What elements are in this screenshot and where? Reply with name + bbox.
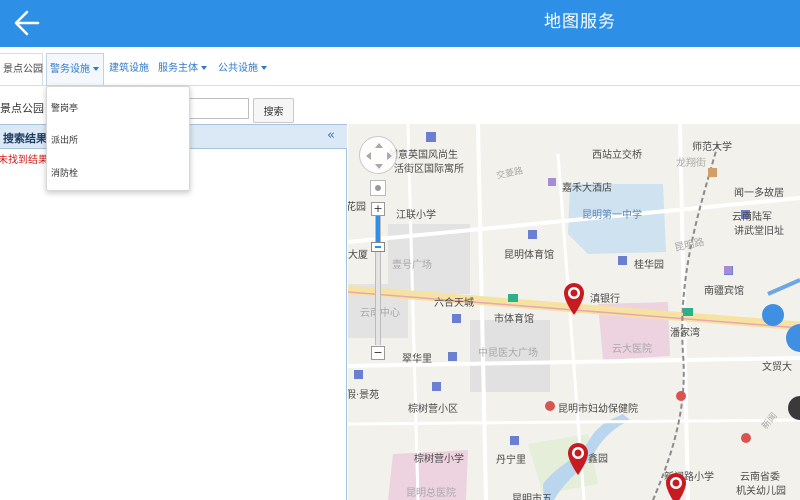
map-label: 嘉禾大酒店 bbox=[562, 183, 612, 194]
caret-down-icon bbox=[261, 66, 267, 70]
poi-building-icon bbox=[618, 256, 627, 265]
map-label: 假·景苑 bbox=[348, 390, 380, 401]
no-results-message: 未找到结果 bbox=[0, 155, 48, 166]
poi-museum-icon bbox=[708, 168, 717, 177]
results-title: 搜索结果 bbox=[3, 132, 47, 145]
map-label: 创意英国风尚生 bbox=[388, 150, 458, 161]
map-label: 昆明体育馆 bbox=[504, 250, 554, 261]
poi-stadium-icon bbox=[528, 230, 537, 239]
map-label: 昆明市妇幼保健院 bbox=[558, 404, 638, 415]
slider-grip-icon bbox=[375, 246, 381, 248]
dropdown-item-police-station[interactable]: 派出所 bbox=[51, 133, 78, 146]
map-label: 云南省委 bbox=[740, 472, 780, 483]
map-label: 昆明总医院 bbox=[406, 488, 456, 499]
locate-button[interactable] bbox=[370, 180, 386, 196]
pan-arrows-icon bbox=[366, 143, 392, 169]
map-label: 滇银行 bbox=[590, 294, 620, 305]
police-facilities-dropdown: 警岗亭 派出所 消防栓 bbox=[46, 86, 190, 191]
poi-hospital-icon bbox=[545, 401, 555, 411]
map-road bbox=[476, 124, 488, 500]
poi-building-icon bbox=[448, 352, 457, 361]
map-label: 潘家湾 bbox=[670, 328, 700, 339]
map-label: 翠华里 bbox=[402, 354, 432, 365]
metro-entrance-icon bbox=[508, 294, 518, 302]
tab-service-subject[interactable]: 服务主体 bbox=[158, 53, 207, 85]
map-service-page: 地图服务 景点公园 警务设施 建筑设施 服务主体 公共设施 景点公园 搜索 搜索… bbox=[0, 0, 800, 500]
tab-scenic-label: 景点公园 bbox=[3, 64, 43, 75]
map-label: 棕树营小学 bbox=[414, 454, 464, 465]
map-label: 师范大学 bbox=[692, 142, 732, 153]
police-location-pin-icon[interactable] bbox=[566, 442, 590, 476]
map-label: 闻一多故居 bbox=[734, 188, 784, 199]
dropdown-item-police-booth[interactable]: 警岗亭 bbox=[51, 101, 78, 114]
collapse-double-chevron-icon[interactable]: « bbox=[327, 128, 341, 144]
search-category-label: 景点公园 bbox=[0, 102, 44, 115]
poi-building-icon bbox=[510, 436, 519, 445]
map-label: 丹宁里 bbox=[496, 455, 526, 466]
metro-entrance-icon bbox=[683, 308, 693, 316]
map-label: 云大医院 bbox=[612, 344, 652, 355]
map-label: 南疆宾馆 bbox=[704, 286, 744, 297]
map-label: 机关幼儿园 bbox=[736, 486, 786, 497]
poi-dark-icon[interactable] bbox=[788, 396, 800, 420]
tab-public-facilities[interactable]: 公共设施 bbox=[218, 53, 267, 85]
poi-building-icon bbox=[432, 382, 441, 391]
caret-down-icon bbox=[93, 67, 99, 71]
page-title: 地图服务 bbox=[544, 12, 616, 32]
plus-icon: + bbox=[373, 202, 383, 215]
map-label: 活街区国际寓所 bbox=[394, 164, 464, 175]
tab-police-facilities[interactable]: 警务设施 bbox=[46, 53, 104, 85]
poi-marker-icon bbox=[724, 266, 732, 274]
map-label: 西站立交桥 bbox=[592, 150, 642, 161]
map-label: 中昆医大广场 bbox=[478, 348, 538, 359]
map-label: 棕树营小区 bbox=[408, 404, 458, 415]
tab-building-facilities[interactable]: 建筑设施 bbox=[109, 53, 149, 85]
poi-building-icon bbox=[452, 314, 461, 323]
map-label: 讲武堂旧址 bbox=[734, 226, 784, 237]
map-label: 桂华园 bbox=[634, 260, 664, 271]
map-label: 文贸大 bbox=[762, 362, 792, 373]
map-label: 壹号广场 bbox=[392, 260, 432, 271]
map-pan-control[interactable] bbox=[359, 136, 397, 174]
locate-dot-icon bbox=[375, 185, 381, 191]
map-label: 大厦 bbox=[348, 250, 368, 261]
dropdown-item-fire-hydrant[interactable]: 消防栓 bbox=[51, 166, 78, 179]
zoom-slider-track[interactable] bbox=[375, 216, 381, 345]
tab-building-label: 建筑设施 bbox=[109, 63, 149, 74]
police-location-pin-icon[interactable] bbox=[664, 472, 688, 500]
poi-hospital-icon bbox=[676, 391, 686, 401]
metro-station-icon[interactable] bbox=[762, 304, 784, 326]
map-label: 鑫园 bbox=[588, 454, 608, 465]
zoom-slider-handle[interactable] bbox=[371, 242, 385, 252]
search-button[interactable]: 搜索 bbox=[253, 98, 294, 123]
app-header: 地图服务 bbox=[0, 0, 800, 47]
police-location-pin-icon[interactable] bbox=[562, 282, 586, 316]
map-road bbox=[406, 124, 420, 500]
tab-subject-label: 服务主体 bbox=[158, 63, 198, 74]
map-label: 昆明第一中学 bbox=[582, 210, 642, 221]
zoom-out-button[interactable]: − bbox=[371, 346, 385, 360]
category-tabs: 景点公园 警务设施 建筑设施 服务主体 公共设施 bbox=[0, 53, 800, 85]
tab-scenic-park[interactable]: 景点公园 bbox=[0, 53, 43, 85]
poi-building-icon bbox=[354, 370, 363, 379]
caret-down-icon bbox=[201, 66, 207, 70]
poi-building-icon bbox=[426, 132, 436, 142]
metro-line bbox=[767, 278, 800, 296]
map-label: 市体育馆 bbox=[494, 314, 534, 325]
map-label: 龙翔街 bbox=[676, 158, 706, 169]
zoom-in-button[interactable]: + bbox=[371, 202, 385, 216]
map-label: 云南陆军 bbox=[732, 212, 772, 223]
map-label: 江联小学 bbox=[396, 210, 436, 221]
tab-public-label: 公共设施 bbox=[218, 63, 258, 74]
poi-marker-icon bbox=[548, 178, 556, 186]
map-canvas[interactable]: 创意英国风尚生 活街区国际寓所 西站立交桥 师范大学 龙翔街 交菱路 嘉禾大酒店… bbox=[348, 124, 800, 500]
map-label: 花园 bbox=[348, 202, 366, 213]
minus-icon: − bbox=[373, 346, 383, 359]
map-label: 昆明市五 bbox=[512, 494, 552, 500]
tab-police-label: 警务设施 bbox=[50, 64, 90, 75]
poi-hospital-icon bbox=[741, 433, 751, 443]
map-label: 六合天城 bbox=[434, 298, 474, 309]
